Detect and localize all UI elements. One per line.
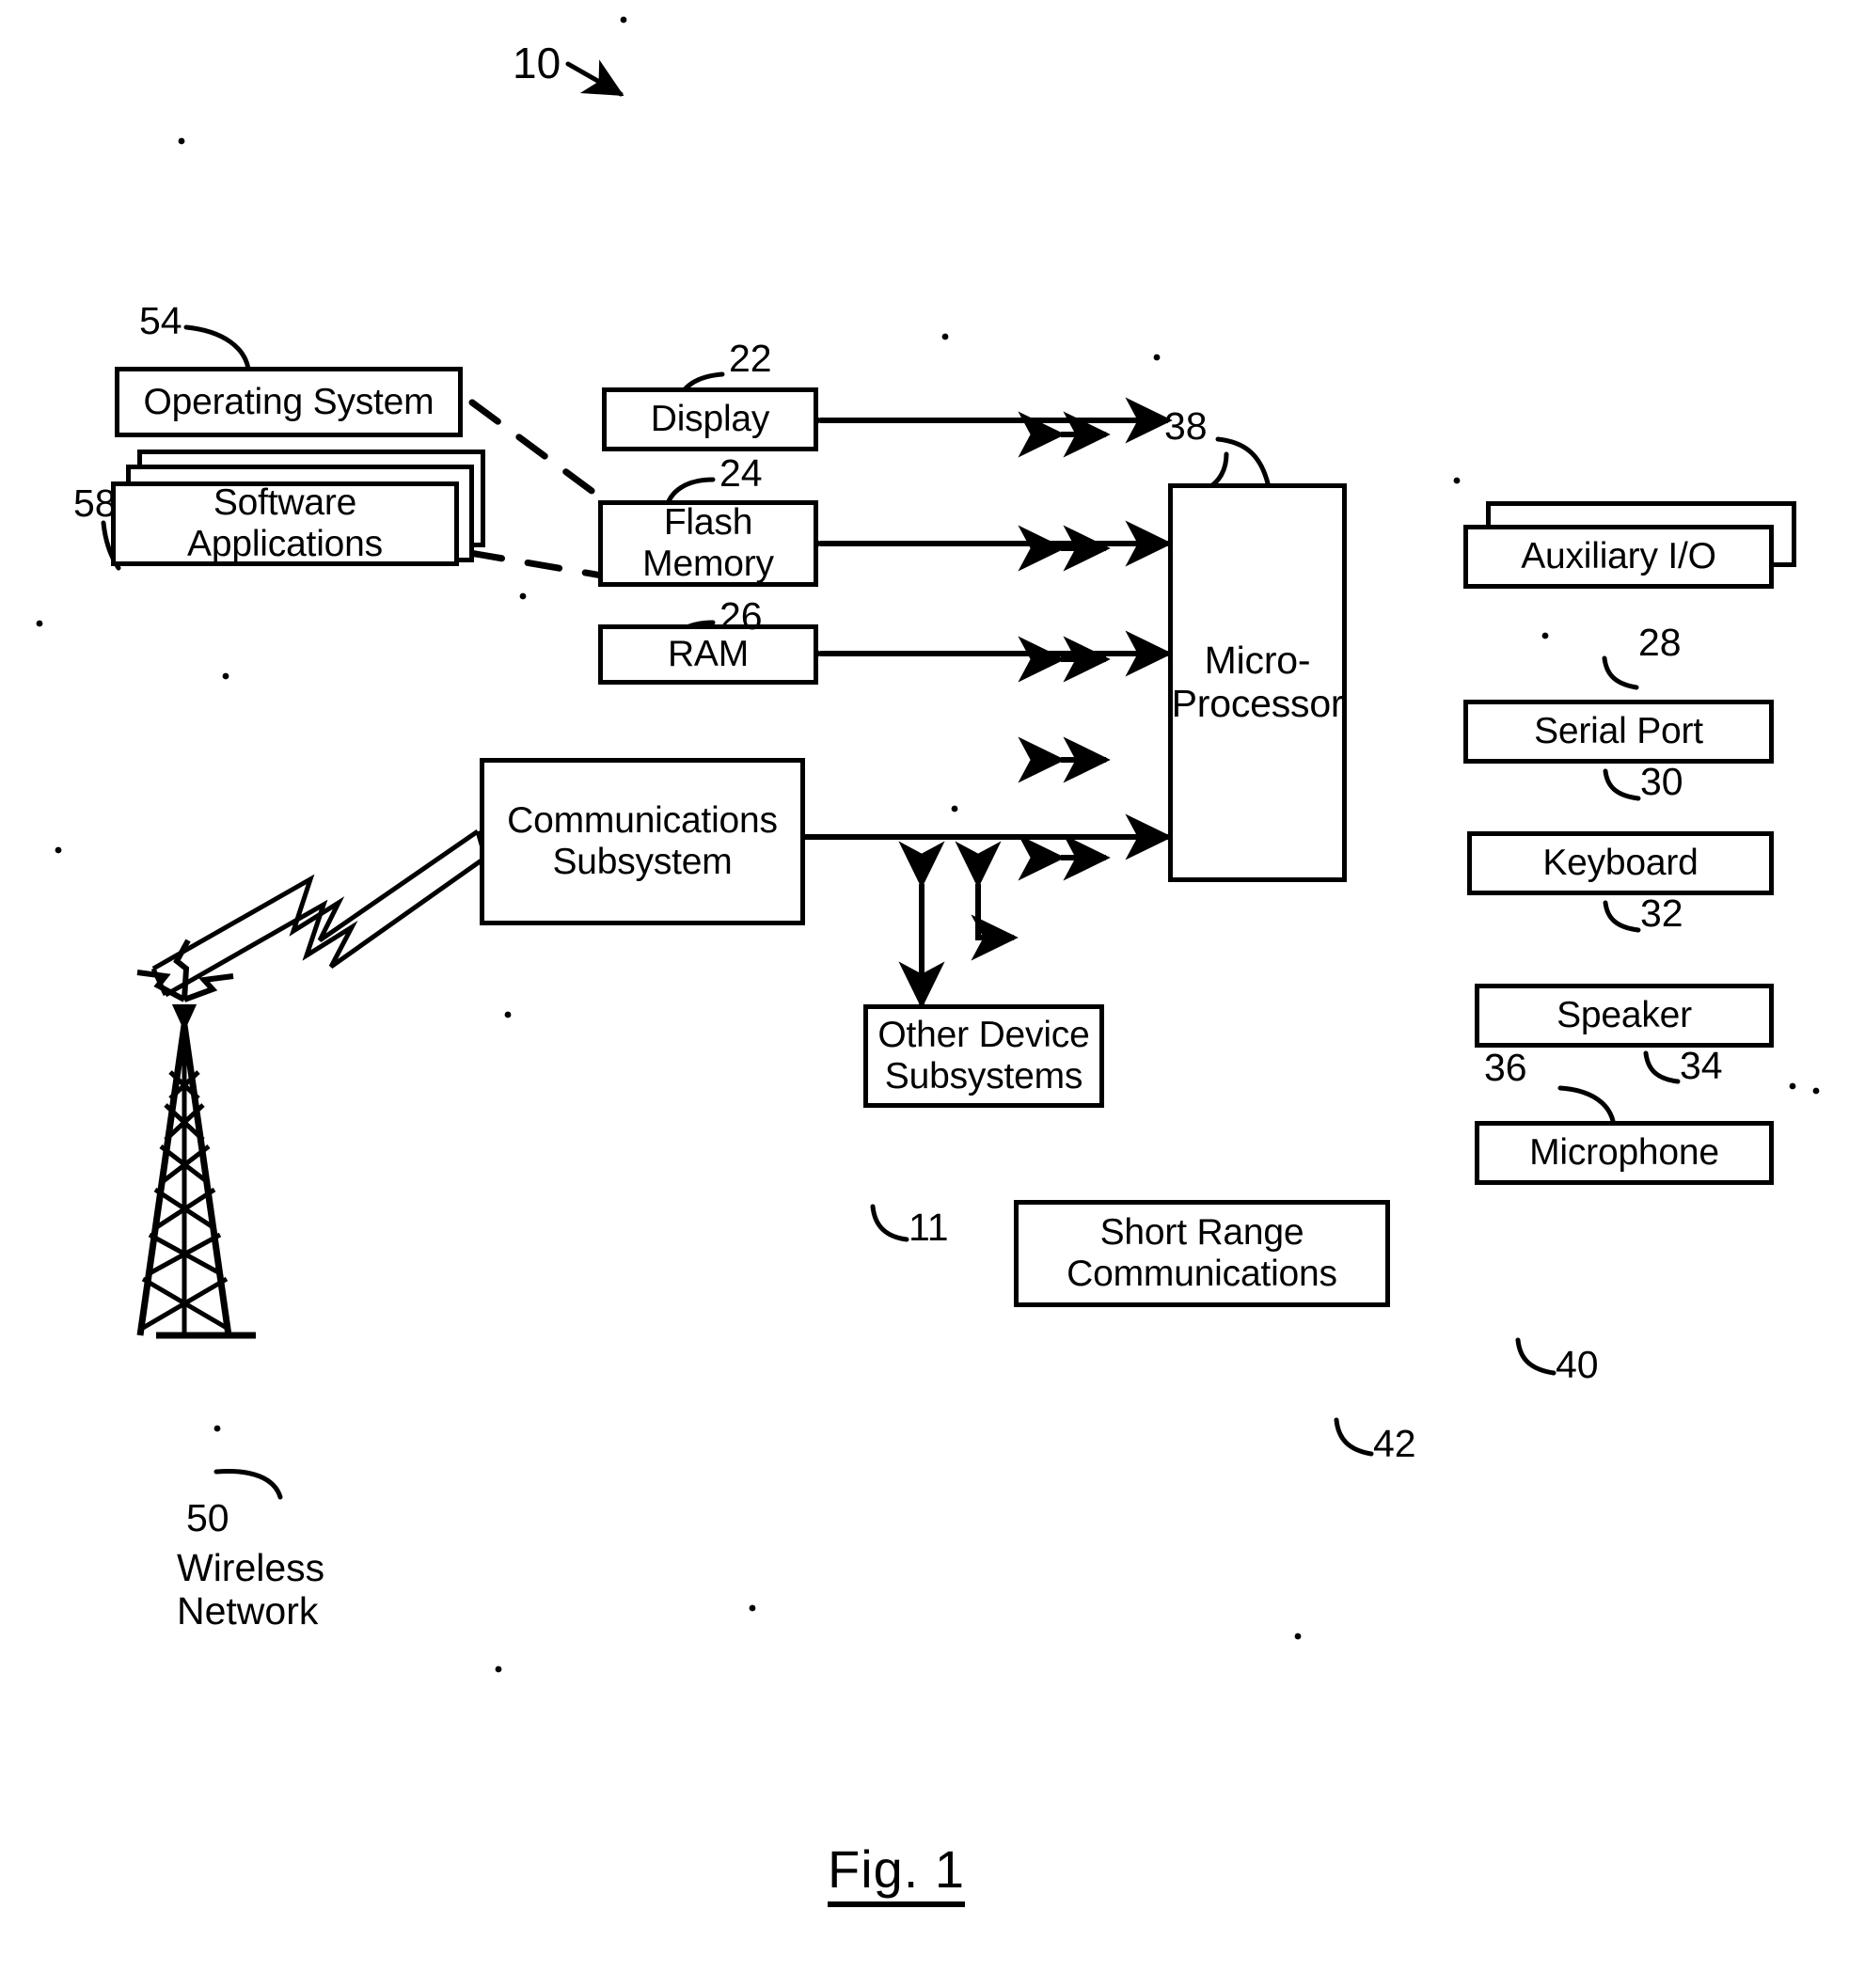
- display-label: Display: [650, 399, 770, 440]
- keyboard-label: Keyboard: [1542, 843, 1699, 884]
- ram-box: RAM: [598, 624, 818, 685]
- ref-numeral-system: 10: [513, 39, 561, 87]
- ref-numeral-software-applications: 58: [73, 481, 117, 525]
- ref-numeral-auxiliary-io: 28: [1638, 621, 1682, 664]
- ref-numeral-microphone: 36: [1484, 1046, 1527, 1089]
- short-range-communications-box: Short Range Communications: [1014, 1200, 1390, 1307]
- ref-numeral-flash-memory: 24: [719, 451, 763, 495]
- serial-port-box: Serial Port: [1463, 700, 1774, 764]
- serial-port-label: Serial Port: [1534, 711, 1703, 752]
- communications-subsystem-box: Communications Subsystem: [480, 758, 805, 925]
- bus-arrow-short-range: [955, 841, 1019, 961]
- auxiliary-io-label: Auxiliary I/O: [1521, 536, 1716, 577]
- bus-arrows-left: [762, 397, 1173, 860]
- bus-arrows-right: [1018, 411, 1111, 881]
- ref-numeral-wireless-network: 50: [186, 1496, 229, 1539]
- speaker-box: Speaker: [1475, 984, 1774, 1048]
- keyboard-box: Keyboard: [1467, 831, 1774, 895]
- display-box: Display: [602, 387, 818, 451]
- flash-memory-box: Flash Memory: [598, 500, 818, 587]
- ref-numeral-ram: 26: [719, 594, 763, 638]
- patent-figure: 10 54 Operating System 58 Software Appli…: [0, 0, 1849, 1988]
- other-device-subsystems-label: Other Device Subsystems: [877, 1015, 1090, 1097]
- cell-tower-icon: [136, 939, 256, 1339]
- ref-numeral-communications-subsystem: 11: [909, 1206, 949, 1249]
- auxiliary-io-box: Auxiliary I/O: [1463, 525, 1774, 589]
- ref-numeral-serial-port: 30: [1640, 760, 1683, 803]
- figure-caption: Fig. 1: [828, 1838, 966, 1907]
- ref-numeral-microprocessor: 38: [1164, 404, 1208, 448]
- ram-label: RAM: [667, 634, 750, 675]
- wireless-network-label: Wireless Network: [177, 1546, 325, 1633]
- short-range-communications-label: Short Range Communications: [1067, 1212, 1337, 1294]
- microphone-box: Microphone: [1475, 1121, 1774, 1185]
- ref-numeral-keyboard: 32: [1640, 891, 1683, 935]
- ref-numeral-operating-system: 54: [139, 299, 182, 342]
- software-applications-box: Software Applications: [111, 481, 459, 566]
- microprocessor-label: Micro- Processor: [1171, 639, 1344, 725]
- system-ref-arrow: [565, 59, 624, 97]
- software-applications-label: Software Applications: [187, 482, 383, 564]
- ref-numeral-display: 22: [729, 337, 772, 380]
- software-to-flash-dashed: [466, 399, 606, 579]
- operating-system-box: Operating System: [115, 367, 463, 437]
- ref-numeral-other-device-subsystems: 42: [1373, 1422, 1416, 1465]
- ref-numeral-short-range-communications: 40: [1556, 1343, 1599, 1386]
- microphone-label: Microphone: [1529, 1132, 1719, 1174]
- speaker-label: Speaker: [1557, 995, 1692, 1036]
- wireless-link-bolt: [150, 828, 488, 998]
- other-device-subsystems-box: Other Device Subsystems: [863, 1004, 1104, 1108]
- ref-numeral-speaker: 34: [1680, 1044, 1723, 1087]
- operating-system-label: Operating System: [143, 381, 435, 422]
- microprocessor-box: Micro- Processor: [1168, 483, 1347, 882]
- communications-subsystem-label: Communications Subsystem: [507, 800, 778, 882]
- flash-memory-label: Flash Memory: [642, 502, 774, 584]
